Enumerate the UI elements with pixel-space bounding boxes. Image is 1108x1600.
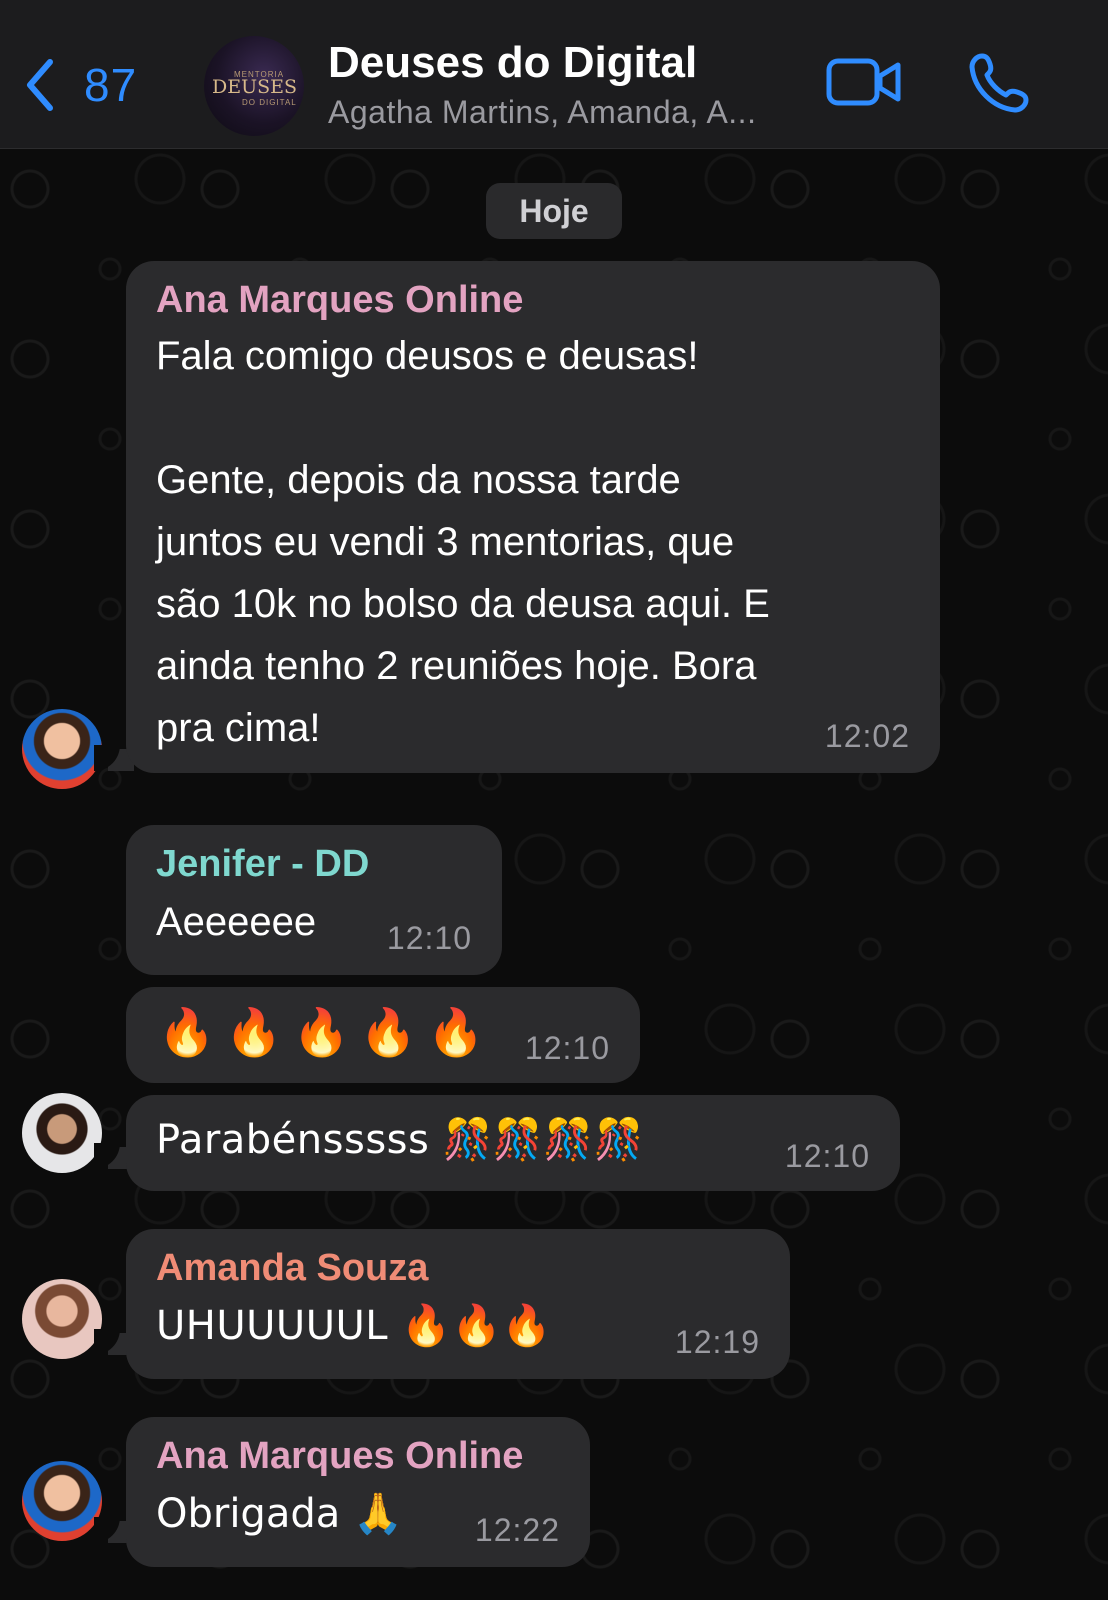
message-time: 12:02 xyxy=(824,718,910,754)
message-time: 12:22 xyxy=(474,1512,560,1548)
group-members[interactable]: Agatha Martins, Amanda, A... xyxy=(328,94,756,131)
message-bubble[interactable]: Parabénsssss 🎊🎊🎊🎊 12:10 xyxy=(126,1095,900,1191)
avatar[interactable] xyxy=(22,1279,102,1359)
phone-icon[interactable] xyxy=(968,50,1032,114)
message-bubble[interactable]: 🔥🔥🔥🔥🔥 12:10 xyxy=(126,987,640,1083)
date-chip: Hoje xyxy=(486,183,622,239)
chat-area[interactable]: Hoje Ana Marques Online Fala comigo deus… xyxy=(0,149,1108,1600)
message-text: UHUUUUUL 🔥🔥🔥 xyxy=(156,1303,553,1349)
sender-name[interactable]: Amanda Souza xyxy=(156,1247,428,1290)
message-text: Fala comigo deusos e deusas! Gente, depo… xyxy=(156,334,770,750)
message-time: 12:19 xyxy=(674,1324,760,1360)
message-bubble[interactable]: Jenifer - DD Aeeeeee 12:10 xyxy=(126,825,502,975)
sender-name[interactable]: Ana Marques Online xyxy=(156,279,523,322)
sender-name[interactable]: Ana Marques Online xyxy=(156,1435,523,1478)
message-text: Obrigada 🙏 xyxy=(156,1491,403,1537)
back-button[interactable]: 87 xyxy=(22,54,137,116)
video-call-icon[interactable] xyxy=(826,56,902,108)
message-text: 🔥🔥🔥🔥🔥 xyxy=(158,1005,495,1059)
message-time: 12:10 xyxy=(386,920,472,956)
avatar-logo-main: DEUSES xyxy=(212,76,298,98)
message-bubble[interactable]: Amanda Souza UHUUUUUL 🔥🔥🔥 12:19 xyxy=(126,1229,790,1379)
avatar[interactable] xyxy=(22,709,102,789)
message-bubble[interactable]: Ana Marques Online Fala comigo deusos e … xyxy=(126,261,940,773)
sender-name[interactable]: Jenifer - DD xyxy=(156,843,369,886)
unread-count: 87 xyxy=(84,59,138,111)
avatar-logo-sub: DO DIGITAL xyxy=(242,98,297,107)
group-avatar[interactable]: MENTORIA DEUSES DO DIGITAL xyxy=(204,36,304,136)
chat-header: 87 MENTORIA DEUSES DO DIGITAL Deuses do … xyxy=(0,0,1108,149)
chevron-left-icon xyxy=(27,59,53,111)
message-time: 12:10 xyxy=(784,1138,870,1174)
message-time: 12:10 xyxy=(524,1030,610,1066)
avatar[interactable] xyxy=(22,1461,102,1541)
message-text: Aeeeeee xyxy=(156,900,317,944)
message-bubble[interactable]: Ana Marques Online Obrigada 🙏 12:22 xyxy=(126,1417,590,1567)
message-text: Parabénsssss 🎊🎊🎊🎊 xyxy=(156,1117,644,1163)
avatar[interactable] xyxy=(22,1093,102,1173)
group-title[interactable]: Deuses do Digital xyxy=(328,38,697,88)
